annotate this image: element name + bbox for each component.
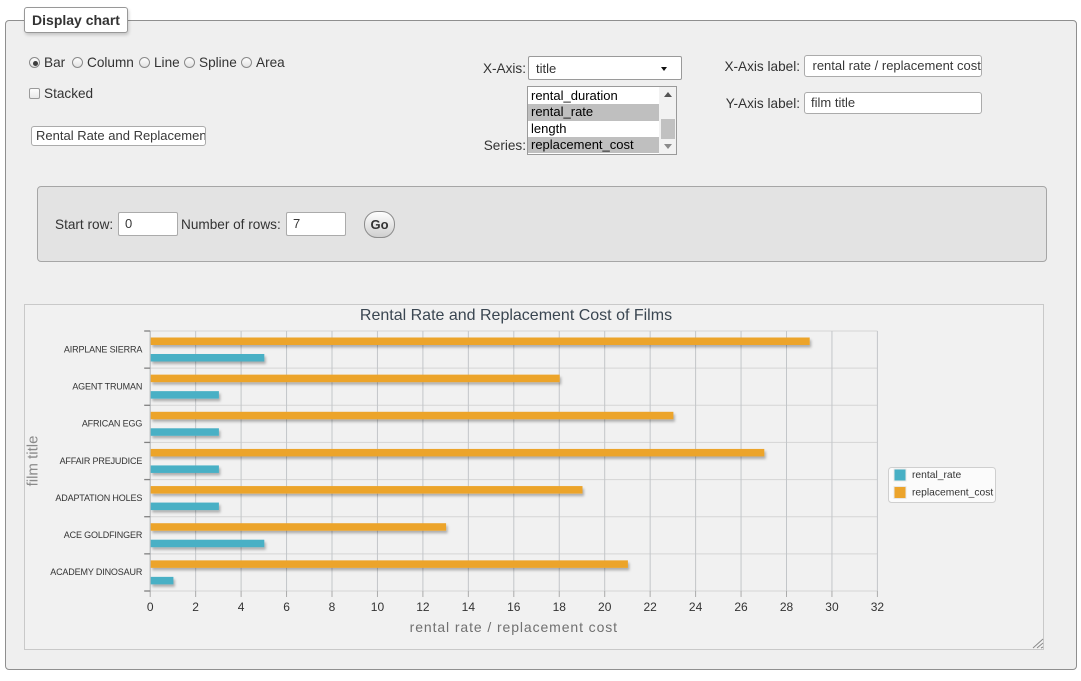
svg-text:4: 4 bbox=[238, 600, 245, 614]
svg-text:rental_rate: rental_rate bbox=[912, 470, 962, 481]
svg-text:6: 6 bbox=[283, 600, 290, 614]
svg-text:20: 20 bbox=[598, 600, 612, 614]
svg-text:ACADEMY DINOSAUR: ACADEMY DINOSAUR bbox=[50, 567, 143, 577]
svg-text:AFRICAN EGG: AFRICAN EGG bbox=[82, 419, 143, 429]
svg-text:rental rate / replacement cost: rental rate / replacement cost bbox=[410, 619, 618, 635]
svg-text:replacement_cost: replacement_cost bbox=[912, 488, 993, 499]
svg-text:ACE GOLDFINGER: ACE GOLDFINGER bbox=[64, 530, 143, 540]
svg-text:22: 22 bbox=[643, 600, 657, 614]
svg-text:26: 26 bbox=[734, 600, 748, 614]
svg-text:12: 12 bbox=[416, 600, 430, 614]
svg-text:30: 30 bbox=[825, 600, 839, 614]
svg-text:ADAPTATION HOLES: ADAPTATION HOLES bbox=[55, 493, 142, 503]
svg-text:14: 14 bbox=[462, 600, 476, 614]
svg-text:24: 24 bbox=[689, 600, 703, 614]
svg-text:28: 28 bbox=[780, 600, 794, 614]
svg-text:AGENT TRUMAN: AGENT TRUMAN bbox=[72, 382, 142, 392]
svg-text:2: 2 bbox=[192, 600, 199, 614]
svg-text:film title: film title bbox=[25, 436, 42, 487]
svg-text:0: 0 bbox=[147, 600, 154, 614]
svg-text:Rental Rate and Replacement Co: Rental Rate and Replacement Cost of Film… bbox=[360, 307, 672, 324]
svg-text:AFFAIR PREJUDICE: AFFAIR PREJUDICE bbox=[60, 456, 143, 466]
svg-text:10: 10 bbox=[371, 600, 385, 614]
svg-text:18: 18 bbox=[553, 600, 567, 614]
svg-text:AIRPLANE SIERRA: AIRPLANE SIERRA bbox=[64, 344, 142, 354]
svg-text:32: 32 bbox=[871, 600, 885, 614]
svg-text:8: 8 bbox=[329, 600, 336, 614]
svg-text:16: 16 bbox=[507, 600, 521, 614]
